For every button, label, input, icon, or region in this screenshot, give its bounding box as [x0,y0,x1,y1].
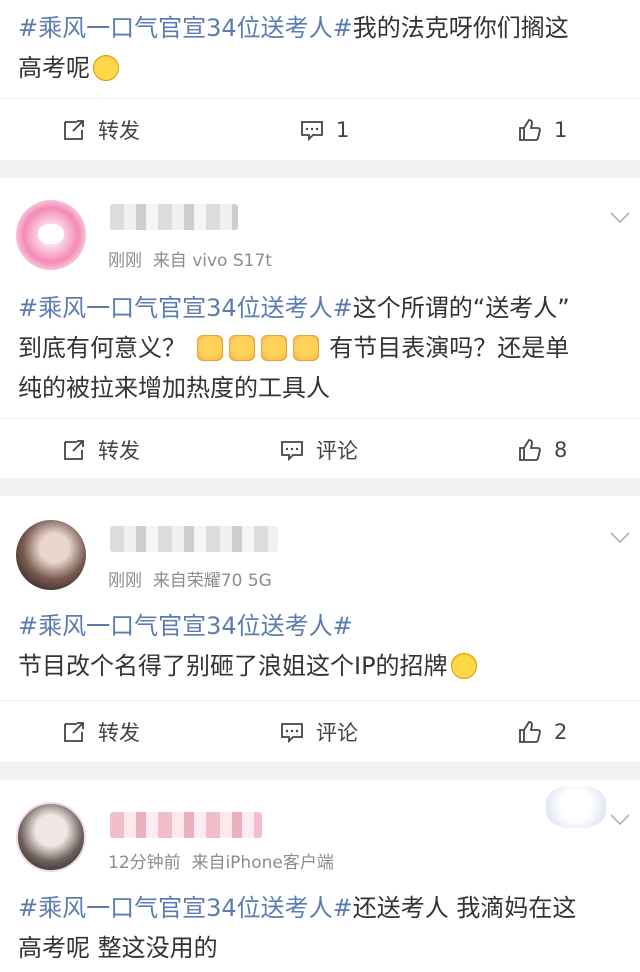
like-button[interactable]: 8 [518,419,567,481]
raise-hand-emoji [228,335,255,361]
like-icon [519,119,541,141]
sweat-smile-emoji [450,653,477,679]
comment-icon [281,441,303,462]
action-bar: 转发 评论 2 [0,700,640,762]
repost-icon [64,120,84,140]
post-text: #乘风一口气官宣34位送考人#这个所谓的“送考人” 到底有何意义？ 有节目表演吗… [18,294,570,402]
raise-hand-emoji [260,335,287,361]
avatar[interactable] [16,200,86,270]
repost-button[interactable]: 转发 [62,419,140,481]
like-button[interactable]: 1 [518,99,567,161]
like-icon [519,721,541,743]
post-meta: 12分钟前 来自iPhone客户端 [108,853,334,873]
repost-icon [64,722,84,742]
chevron-down-icon[interactable] [610,814,630,826]
post-text: #乘风一口气官宣34位送考人#还送考人 我滴妈在这 高考呢 整这没用的 [18,894,577,962]
comment-button[interactable]: 评论 [280,701,358,763]
topic-tag[interactable]: #乘风一口气官宣34位送考人# [18,14,353,42]
like-icon [519,439,541,461]
post-meta: 刚刚 来自 vivo S17t [108,251,272,271]
like-button[interactable]: 2 [518,701,567,763]
repost-icon [64,440,84,460]
sticker-decoration [546,786,606,828]
comment-button[interactable]: 评论 [280,419,358,481]
username[interactable] [110,812,262,838]
sweat-smile-emoji [93,55,119,81]
action-bar: 转发 1 1 [0,98,640,160]
chevron-down-icon[interactable] [610,212,630,224]
repost-button[interactable]: 转发 [62,701,140,763]
username[interactable] [110,526,278,552]
comment-button[interactable]: 1 [300,99,349,161]
chevron-down-icon[interactable] [610,532,630,544]
post-text: #乘风一口气官宣34位送考人#我的法克呀你们搁这 高考呢 [18,14,569,82]
avatar[interactable] [16,520,86,590]
post-card-2: 刚刚 来自 vivo S17t #乘风一口气官宣34位送考人#这个所谓的“送考人… [0,178,640,478]
post-card-3: 刚刚 来自荣耀70 5G #乘风一口气官宣34位送考人# 节目改个名得了别砸了浪… [0,496,640,762]
raise-hand-emoji [196,335,223,361]
post-text: #乘风一口气官宣34位送考人# 节目改个名得了别砸了浪姐这个IP的招牌 [18,606,622,686]
post-card-1: #乘风一口气官宣34位送考人#我的法克呀你们搁这 高考呢 转发 1 1 [0,0,640,160]
raise-hand-emoji [292,335,319,361]
topic-tag[interactable]: #乘风一口气官宣34位送考人# [18,894,353,922]
post-card-4: 12分钟前 来自iPhone客户端 #乘风一口气官宣34位送考人#还送考人 我滴… [0,780,640,972]
post-meta: 刚刚 来自荣耀70 5G [108,571,272,591]
action-bar: 转发 评论 8 [0,418,640,480]
username[interactable] [110,204,238,230]
topic-tag[interactable]: #乘风一口气官宣34位送考人# [18,612,353,640]
comment-icon [301,121,323,142]
repost-button[interactable]: 转发 [62,99,140,161]
avatar[interactable] [16,802,86,872]
comment-icon [281,723,303,744]
topic-tag[interactable]: #乘风一口气官宣34位送考人# [18,294,353,322]
